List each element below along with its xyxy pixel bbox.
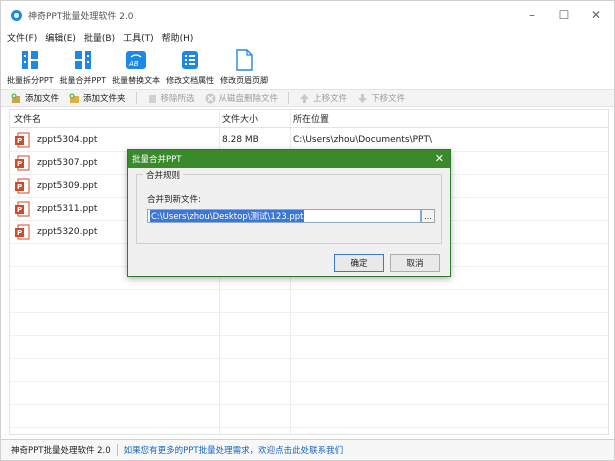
doc-properties-icon [179,49,201,71]
browse-button[interactable]: ... [421,209,435,223]
group-label: 合并规则 [143,169,184,181]
dialog-title: 批量合并PPT [132,155,182,165]
ribbon: 批量拆分PPT 批量合并PPT AB 批量替换文本 修改文档属性 修改页眉页脚 [1,47,614,87]
menu-tools[interactable]: 工具(T) [123,31,154,44]
delete-from-disk-button[interactable]: 从磁盘删除文件 [205,92,279,104]
toolbar-separator [135,92,137,104]
contact-link[interactable]: 如果您有更多的PPT批量处理需求，欢迎点击此处联系我们 [124,444,343,456]
window-title: 神奇PPT批量处理软件 2.0 [28,11,134,22]
empty-row [10,335,608,359]
header-filesize[interactable]: 文件大小 [222,112,258,125]
split-icon [19,49,41,71]
ribbon-replace-button[interactable]: AB 批量替换文本 [112,47,160,87]
file-name: zppt5304.ppt [37,134,98,145]
ribbon-split-label: 批量拆分PPT [7,76,54,85]
ribbon-header-footer-label: 修改页眉页脚 [220,76,269,85]
menu-bar: 文件(F) 编辑(E) 批量(B) 工具(T) 帮助(H) [1,29,614,45]
header-location[interactable]: 所在位置 [293,112,329,125]
empty-row [10,358,608,382]
svg-text:AB: AB [128,60,139,68]
file-name: zppt5311.ppt [37,203,98,214]
svg-text:P: P [17,137,22,145]
ribbon-header-footer-button[interactable]: 修改页眉页脚 [220,47,268,87]
empty-row [10,404,608,428]
file-name: zppt5320.ppt [37,226,98,237]
add-folder-button[interactable]: 添加文件夹 [69,92,126,104]
delete-icon [205,93,216,104]
merge-path-value: C:\Users\zhou\Desktop\测试\123.ppt [150,210,305,222]
svg-text:P: P [17,160,22,168]
file-size: 8.28 MB [222,134,259,145]
svg-text:P: P [17,229,22,237]
move-up-button[interactable]: 上移文件 [299,92,347,104]
app-window: 神奇PPT批量处理软件 2.0 – ☐ ✕ 文件(F) 编辑(E) 批量(B) … [0,0,615,461]
cancel-button[interactable]: 取消 [390,254,440,272]
merge-target-label: 合并到新文件: [147,195,201,205]
app-logo-icon [11,9,22,21]
add-folder-label: 添加文件夹 [83,94,126,104]
status-divider [116,444,118,456]
ribbon-merge-button[interactable]: 批量合并PPT [59,47,107,87]
empty-row [10,381,608,405]
status-bar: 神奇PPT批量处理软件 2.0 如果您有更多的PPT批量处理需求，欢迎点击此处联… [1,439,614,460]
add-folder-icon [69,93,80,104]
menu-edit[interactable]: 编辑(E) [45,31,76,44]
merge-dialog: 批量合并PPT ✕ 合并规则 合并到新文件: C:\Users\zhou\Des… [127,149,451,277]
empty-row [10,312,608,336]
file-toolbar: 添加文件 添加文件夹 移除所选 从磁盘删除文件 上移文件 下移文件 [1,89,614,107]
add-file-button[interactable]: 添加文件 [11,92,59,104]
add-file-icon [11,93,22,104]
title-bar: 神奇PPT批量处理软件 2.0 – ☐ ✕ [1,1,614,29]
ppt-file-icon: P [14,155,30,171]
ppt-file-icon: P [14,132,30,148]
empty-row [10,289,608,313]
arrow-up-icon [299,93,310,104]
merge-rule-group: 合并规则 合并到新文件: C:\Users\zhou\Desktop\测试\12… [136,169,442,244]
header-footer-icon [233,49,255,71]
ribbon-merge-label: 批量合并PPT [59,76,107,85]
file-path: C:\Users\zhou\Documents\PPT\ [293,134,432,145]
file-name: zppt5307.ppt [37,157,98,168]
header-filename[interactable]: 文件名 [14,112,41,125]
merge-icon [72,49,94,71]
ok-button[interactable]: 确定 [334,254,384,272]
close-button[interactable]: ✕ [579,1,613,29]
merge-path-input[interactable]: C:\Users\zhou\Desktop\测试\123.ppt [147,209,421,223]
toolbar-separator [288,92,290,104]
arrow-down-icon [357,93,368,104]
menu-batch[interactable]: 批量(B) [84,31,115,44]
ppt-file-icon: P [14,201,30,217]
ribbon-properties-label: 修改文档属性 [166,76,215,85]
menu-file[interactable]: 文件(F) [7,31,37,44]
delete-from-disk-label: 从磁盘删除文件 [218,94,279,104]
ribbon-properties-button[interactable]: 修改文档属性 [166,47,214,87]
ribbon-split-button[interactable]: 批量拆分PPT [7,47,54,87]
dialog-close-icon[interactable]: ✕ [435,152,444,165]
remove-selected-label: 移除所选 [160,94,195,104]
svg-text:P: P [17,183,22,191]
file-name: zppt5309.ppt [37,180,98,191]
svg-text:P: P [17,206,22,214]
dialog-title-bar: 批量合并PPT ✕ [128,150,450,168]
move-down-button[interactable]: 下移文件 [357,92,405,104]
ppt-file-icon: P [14,178,30,194]
move-down-label: 下移文件 [371,94,406,104]
file-list-header: 文件名 文件大小 所在位置 [10,110,608,128]
replace-text-icon: AB [125,49,147,71]
status-app-name: 神奇PPT批量处理软件 2.0 [11,446,111,456]
minimize-button[interactable]: – [515,1,549,29]
add-file-label: 添加文件 [25,94,60,104]
remove-selected-button[interactable]: 移除所选 [147,92,195,104]
move-up-label: 上移文件 [313,94,348,104]
ribbon-replace-label: 批量替换文本 [112,76,161,85]
remove-icon [147,93,158,104]
ppt-file-icon: P [14,224,30,240]
maximize-button[interactable]: ☐ [547,1,581,29]
menu-help[interactable]: 帮助(H) [162,31,194,44]
